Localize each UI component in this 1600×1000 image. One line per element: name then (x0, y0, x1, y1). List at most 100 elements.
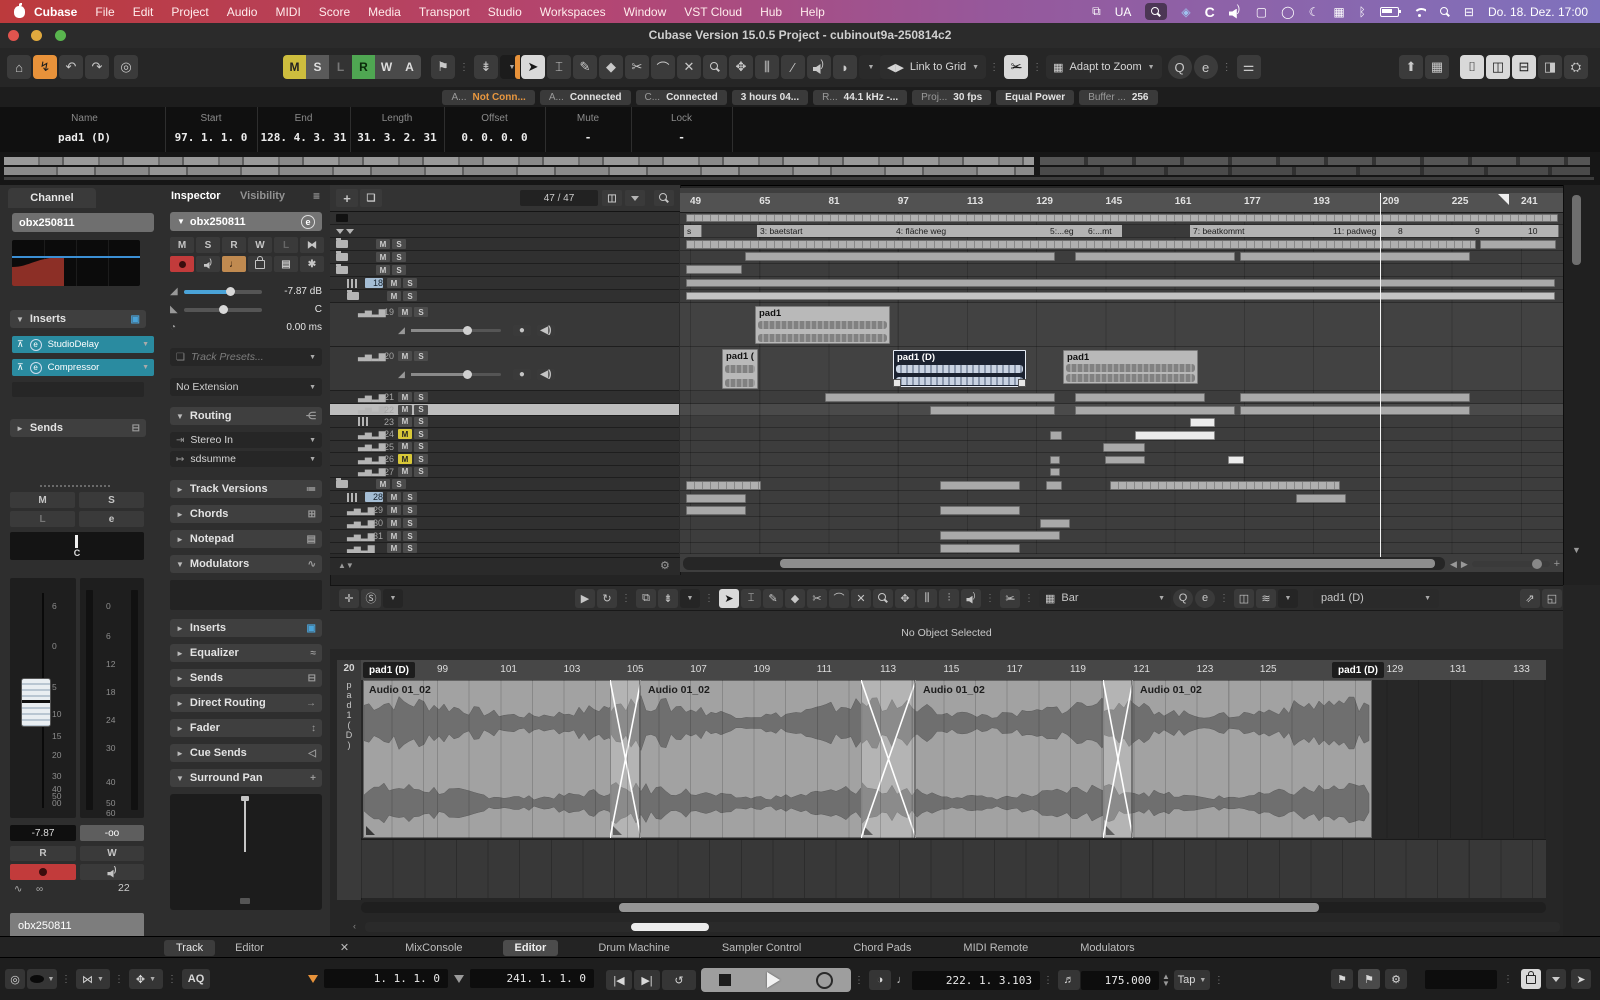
arrange-h-scrollbar[interactable] (683, 557, 1445, 570)
mute-button[interactable]: M (387, 505, 401, 515)
mute-button[interactable]: M (376, 239, 390, 249)
fader-cap[interactable] (21, 678, 51, 727)
volume-fader[interactable]: 60510152030405000 (10, 578, 76, 818)
audio-event[interactable]: pad1 (755, 306, 890, 344)
editor-ruler[interactable]: 9910110310510710911111311511711912112312… (361, 660, 1546, 681)
track-row-acc1[interactable]: MS (330, 478, 679, 491)
inspector-section-notepad[interactable]: ►Notepad▤ (170, 530, 322, 548)
right-locator-display[interactable]: 241. 1. 1. 0 (470, 969, 594, 988)
automation-a-button[interactable]: A (398, 55, 421, 79)
bypass-icon[interactable]: ⊼ (17, 362, 24, 373)
tempo-spinner[interactable]: ▲▼ (1162, 973, 1170, 987)
lanes-button[interactable]: ▤ (274, 256, 298, 272)
status-item-0[interactable]: A...Not Conn... (442, 90, 534, 105)
track-row-eingang/ausgang[interactable] (330, 212, 679, 225)
mute-button[interactable]: M (398, 405, 412, 415)
menu-vst-cloud[interactable]: VST Cloud (684, 5, 742, 19)
mute-button[interactable]: M (398, 307, 412, 317)
mute-button[interactable]: M (398, 392, 412, 402)
crossfade-region[interactable] (1103, 680, 1133, 838)
status-item-7[interactable]: Buffer ...256 (1079, 90, 1157, 105)
constrain-delay-button[interactable]: ◎ (114, 55, 138, 79)
editor-waveform-area[interactable]: Audio 01_02Audio 01_02Audio 01_02Audio 0… (361, 680, 1546, 838)
pin-editor-button[interactable]: ✛ (339, 589, 359, 608)
chevron-down-icon[interactable]: ▼ (142, 364, 149, 371)
editor-zoom-tool[interactable] (873, 589, 893, 608)
edit-icon[interactable]: e (30, 362, 42, 374)
position-display[interactable]: 222. 1. 3.103 (912, 971, 1040, 990)
project-cursor[interactable] (1380, 193, 1381, 557)
transport-setup-button[interactable]: ⚙ (1385, 969, 1407, 989)
audio-event[interactable] (686, 265, 742, 274)
insert-slot-studiodelay[interactable]: ⊼eStudioDelay▼ (12, 336, 154, 353)
inspector-section-surround-pan[interactable]: ▼Surround Pan+ (170, 769, 322, 787)
record-enable-button[interactable]: ● (513, 325, 531, 336)
lower-zone-tab-chord-pads[interactable]: Chord Pads (841, 940, 923, 956)
left-locator-display[interactable]: 1. 1. 1. 0 (324, 969, 448, 988)
arrange-ruler[interactable]: 49658197113129145161177193209225241 (680, 193, 1563, 213)
editor-select-tool[interactable]: ➤ (719, 589, 739, 608)
lower-zone-button[interactable]: ◫ (1486, 55, 1510, 79)
editor-part-label-2[interactable]: pad1 (D) (1332, 662, 1384, 678)
lower-zone-tab-mixconsole[interactable]: MixConsole (393, 940, 474, 956)
stop-button[interactable] (719, 974, 731, 986)
editor-track-header[interactable]: 20 pad1(D) (337, 660, 362, 900)
tempo-track-button[interactable]: ♬ (1058, 970, 1080, 990)
channel-edit-button[interactable]: e (79, 511, 144, 527)
status-item-2[interactable]: C...Connected (636, 90, 727, 105)
erase-tool[interactable]: ◆ (599, 55, 623, 79)
inspector-section-equalizer[interactable]: ►Equalizer≈ (170, 644, 322, 662)
mute-button[interactable]: M (387, 278, 401, 288)
editor-h-scrollbar[interactable] (361, 902, 1546, 913)
menu-audio[interactable]: Audio (227, 5, 258, 19)
peak-value[interactable]: -oo (80, 825, 144, 841)
info-name[interactable]: Namepad1 (D) (4, 107, 166, 152)
record-enable-button[interactable] (10, 864, 76, 880)
status-item-1[interactable]: A...Connected (540, 90, 631, 105)
glue-tool[interactable]: ⌒ (651, 55, 675, 79)
solo-button[interactable]: S (403, 278, 417, 288)
audio-event[interactable] (686, 506, 746, 515)
bluetooth-icon[interactable]: ᛒ (1359, 5, 1366, 19)
hand-tool[interactable]: ✥ (729, 55, 753, 79)
undo-button[interactable]: ↶ (59, 55, 83, 79)
mute-button[interactable]: M (398, 351, 412, 361)
zone-tab-track[interactable]: Track (164, 940, 215, 956)
search-active-icon[interactable] (1145, 3, 1167, 20)
editor-layout-button[interactable]: ◫ (1234, 589, 1254, 608)
cycle-marker[interactable]: 6:...mt (1085, 225, 1126, 237)
track-volume-slider[interactable] (411, 329, 501, 332)
edit-icon[interactable]: e (30, 339, 42, 351)
inspector-section-cue-sends[interactable]: ►Cue Sends◁ (170, 744, 322, 762)
record-enable-button[interactable]: ● (513, 369, 531, 380)
menu-media[interactable]: Media (368, 5, 401, 19)
track-row-bassordner[interactable]: MS (330, 251, 679, 264)
precount-button[interactable]: ◑ (869, 970, 891, 990)
solo-button[interactable]: S (403, 531, 417, 541)
editor-layout-dropdown[interactable]: ▼ (1278, 589, 1298, 608)
marker-prev-button[interactable]: ⚑ (1331, 969, 1353, 989)
menu-file[interactable]: File (95, 5, 114, 19)
status-circle-icon[interactable]: ◯ (1281, 5, 1294, 19)
cycle-marker[interactable]: 11: padweg (1330, 225, 1399, 237)
inspector-section-track-versions[interactable]: ►Track Versions≔ (170, 480, 322, 498)
audio-event[interactable]: pad1 ( (722, 349, 758, 389)
inspector-section-sends[interactable]: ►Sends⊟ (170, 669, 322, 687)
editor-hand-tool[interactable]: ✥ (895, 589, 915, 608)
inspector-s-button[interactable]: S (196, 237, 220, 253)
arrange-lane-acc1sum1[interactable] (680, 491, 1563, 504)
lower-zone-tab-modulators[interactable]: Modulators (1068, 940, 1146, 956)
audio-quantize-button[interactable]: AQ (182, 969, 210, 989)
editor-glue-tool[interactable]: ⌒ (829, 589, 849, 608)
audio-event[interactable] (1296, 494, 1346, 503)
audition-button[interactable]: ▶ (575, 589, 595, 608)
audio-event[interactable] (1103, 443, 1145, 452)
lock-button[interactable] (1521, 969, 1541, 989)
filter-button[interactable] (1546, 969, 1566, 989)
menu-studio[interactable]: Studio (488, 5, 522, 19)
ilok-icon[interactable]: ◈ (1181, 5, 1190, 19)
solo-button[interactable]: S (392, 252, 406, 262)
right-zone-button[interactable]: ◨ (1538, 55, 1562, 79)
editor-warp-tool[interactable]: ⫶ (939, 589, 959, 608)
editor-lanes-button[interactable]: ≋ (1256, 589, 1276, 608)
